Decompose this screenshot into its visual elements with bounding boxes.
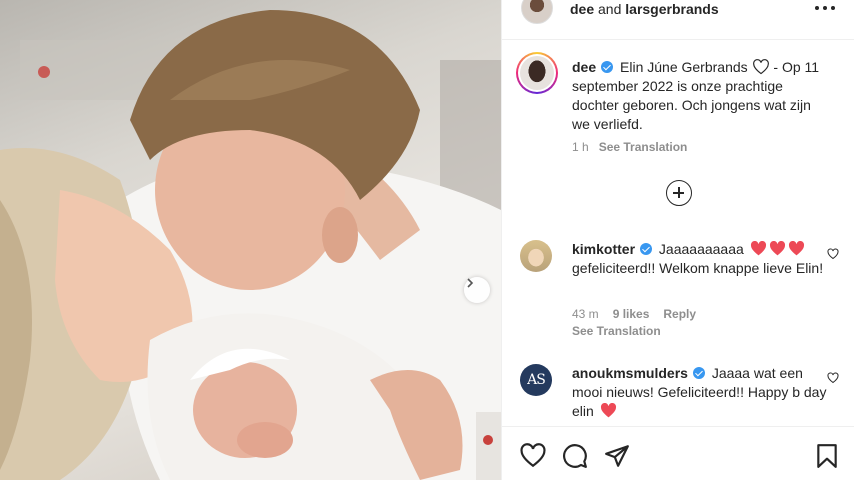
heart-icon[interactable] (827, 248, 839, 260)
comment-text: kimkotter Jaaaaaaaaaa gefeliciteerd!! We… (572, 240, 832, 278)
next-photo-button[interactable] (464, 277, 490, 303)
comment-body: Jaaaaaaaaaa (658, 241, 744, 257)
caption-text: dee Elin Júne Gerbrands - Op 11 septembe… (572, 58, 832, 134)
heart-icon (520, 443, 546, 468)
comment-icon (563, 444, 587, 468)
see-translation-link[interactable]: See Translation (599, 140, 688, 154)
photo-illustration (0, 10, 501, 480)
verified-icon (692, 367, 705, 379)
verified-icon (640, 243, 653, 255)
post-panel: dee and larsgerbrands dee Elin Júne Gerb… (501, 0, 854, 480)
share-button[interactable] (604, 443, 630, 469)
caption-body-1: Elin Júne Gerbrands (620, 59, 748, 75)
comment-time[interactable]: 43 m (572, 307, 599, 321)
post-authors: dee and larsgerbrands (570, 1, 719, 17)
comment-meta: 43 m 9 likes Reply (572, 307, 696, 321)
red-heart-emoji-icon (788, 241, 804, 256)
comment-body-continued: gefeliciteerd!! Welkom knappe lieve Elin… (572, 260, 824, 276)
more-icon[interactable] (815, 0, 835, 16)
comment-username[interactable]: kimkotter (572, 241, 635, 257)
reply-button[interactable]: Reply (663, 307, 696, 321)
author-username[interactable]: dee (570, 1, 594, 17)
avatar[interactable] (521, 0, 553, 24)
red-heart-emoji-icon (769, 241, 785, 256)
avatar[interactable]: AS (520, 364, 552, 396)
share-icon (605, 445, 629, 467)
author-joiner: and (598, 1, 622, 17)
coauthor-username[interactable]: larsgerbrands (625, 1, 718, 17)
comment-text: anoukmsmulders Jaaaa wat een mooi nieuws… (572, 364, 832, 421)
plus-circle-icon[interactable] (666, 180, 692, 206)
comment-username[interactable]: anoukmsmulders (572, 365, 688, 381)
heart-outline-icon (752, 59, 769, 75)
red-heart-emoji-icon (750, 241, 766, 256)
post-photo[interactable] (0, 0, 501, 480)
heart-icon[interactable] (827, 372, 839, 384)
comment-likes[interactable]: 9 likes (613, 307, 650, 321)
caption-time[interactable]: 1 h (572, 140, 589, 154)
action-bar (502, 426, 854, 480)
avatar-initials: AS (527, 372, 546, 388)
post-header: dee and larsgerbrands (502, 0, 854, 40)
avatar[interactable] (516, 52, 558, 94)
bookmark-icon (817, 444, 837, 468)
like-button[interactable] (520, 443, 546, 469)
heart-emoji-icon (600, 403, 616, 418)
comment-button[interactable] (562, 443, 588, 469)
chevron-right-icon (467, 278, 474, 288)
caption-username[interactable]: dee (572, 59, 596, 75)
save-button[interactable] (814, 443, 840, 469)
see-translation-link[interactable]: See Translation (572, 324, 661, 338)
verified-icon (601, 61, 614, 73)
avatar[interactable] (520, 240, 552, 272)
caption-meta: 1 h See Translation (572, 140, 687, 154)
